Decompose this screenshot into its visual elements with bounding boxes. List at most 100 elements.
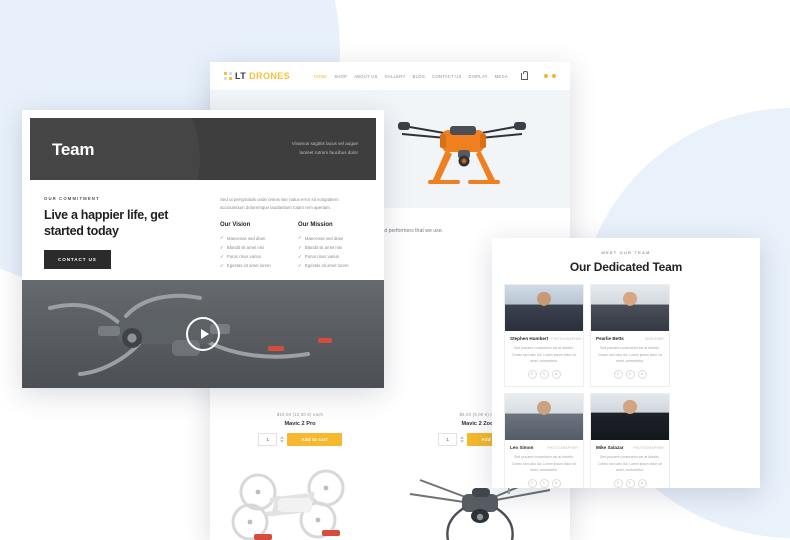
quantity-stepper[interactable] [460,433,465,446]
team-page-card: Team Vivamus sagittis lacus vel augue la… [22,110,384,388]
hero-subtitle-line1: Vivamus sagittis lacus vel augue [291,141,358,146]
contact-us-button[interactable]: CONTACT US [44,250,111,269]
site-logo[interactable]: LT DRONES [224,71,290,81]
list-item: ✓ Maecenas sed diam [298,234,362,243]
social-icons [544,74,556,78]
product-card: $10.00 (10,00 €) each Mavic 2 Pro 1 Add … [210,412,390,446]
vision-mission-columns: Our Vision ✓ Maecenas sed diam ✓ Blandit s… [220,222,362,270]
vimeo-icon[interactable]: v [637,369,647,379]
list-item-label: Egestas sit amet lorem [304,263,349,269]
commitment-eyebrow: OUR COMMITMENT [44,196,100,201]
facebook-dot-icon[interactable] [544,74,548,78]
menu-item-about-us[interactable]: ABOUT US [354,74,377,79]
twitter-dot-icon[interactable] [552,74,556,78]
member-role: PHOTOGRAPHER [633,445,664,450]
list-item: ✓ Maecenas sed diam [220,234,284,243]
facebook-icon[interactable]: f [527,478,537,488]
vision-column: Our Vision ✓ Maecenas sed diam ✓ Blandit s… [220,222,284,270]
check-icon: ✓ [220,235,224,241]
list-item: ✓ Blandit sit amet nisi [220,243,284,252]
facebook-icon[interactable]: f [613,478,623,488]
member-bio: Sed posuere consectetur est at lobortis.… [512,346,576,364]
member-role: DESIGNER [644,337,664,341]
avatar [505,393,583,440]
product-name[interactable]: Mavic 2 Pro [222,421,378,427]
site-navbar: LT DRONES HOME SHOP ABOUT US GALLERY BLO… [210,62,570,90]
twitter-icon[interactable]: t [539,369,549,379]
list-item-label: Maecenas sed diam [226,236,266,242]
play-icon[interactable] [186,317,220,351]
main-menu: HOME SHOP ABOUT US GALLERY BLOG CONTACT … [314,70,556,80]
logo-secondary: DRONES [249,71,291,81]
list-item: ✓ Blandit sit amet nisi [298,243,362,252]
dedicated-team-card: MEET OUR TEAM Our Dedicated Team Stephen… [492,238,760,488]
list-item-label: Blandit sit amet nisi [226,245,264,251]
vision-title: Our Vision [220,222,251,229]
twitter-icon[interactable]: t [625,369,635,379]
team-member-card[interactable]: Stephen Humbert PHOTOGRAPHER Sed posuere… [504,284,584,387]
member-social-links: f t v [596,478,664,488]
commitment-section: OUR COMMITMENT Live a happier life, get … [22,180,384,270]
member-bio: Sed posuere consectetur est at lobortis.… [512,454,576,473]
team-member-card[interactable]: Pearlie Betts DESIGNER Sed posuere conse… [590,284,670,387]
menu-item-contact-us[interactable]: CONTACT US [432,74,461,79]
mission-column: Our Mission ✓ Maecenas sed diam ✓ Blandit … [298,222,362,270]
check-icon: ✓ [298,244,302,250]
check-icon: ✓ [298,235,302,241]
video-section[interactable] [22,280,384,388]
vimeo-icon[interactable]: v [637,478,647,488]
menu-item-home[interactable]: HOME [314,74,328,79]
white-quadcopter-drone [231,469,345,540]
member-role: PHOTOGRAPHER [547,445,578,450]
quantity-input[interactable]: 1 [438,433,458,446]
commitment-paragraph: Sed ut perspiciatis unde omnis iste natu… [220,197,339,211]
list-item-label: Blandit sit amet nisi [304,245,342,251]
cart-icon[interactable] [521,70,528,80]
team-page-hero: Team Vivamus sagittis lacus vel augue la… [30,118,376,180]
menu-item-mega[interactable]: MEGA [495,74,508,79]
avatar [591,393,669,440]
dedicated-team-title: Our Dedicated Team [569,260,683,274]
mission-title: Our Mission [298,222,333,229]
logo-primary: LT [235,71,247,81]
check-icon: ✓ [220,244,224,250]
list-item-label: Purus risus varius [304,254,340,260]
facebook-icon[interactable]: f [527,369,537,379]
list-item: ✓ Purus risus varius [220,252,284,261]
add-to-cart-button[interactable]: Add to cart [287,433,342,446]
menu-item-blog[interactable]: BLOG [413,74,426,79]
vimeo-icon[interactable]: v [551,478,561,488]
list-item-label: Maecenas sed diam [304,236,344,242]
grid-logo-icon [224,72,232,80]
product-price: $10.00 (10,00 €) each [276,412,324,417]
list-item-label: Purus risus varius [226,254,262,260]
twitter-icon[interactable]: t [539,478,549,488]
vimeo-icon[interactable]: v [551,369,561,379]
quantity-stepper[interactable] [280,433,285,446]
quantity-input[interactable]: 1 [258,433,278,446]
dedicated-team-header: MEET OUR TEAM Our Dedicated Team [492,238,760,284]
menu-item-display[interactable]: DISPLAY [469,74,488,79]
facebook-icon[interactable]: f [613,369,623,379]
hero-subtitle-line2: laoreet rutrum faucibus dolor [299,149,358,155]
list-item: ✓ Purus risus varius [298,252,362,261]
commitment-right: Sed ut perspiciatis unde omnis iste natu… [220,196,362,270]
list-item: ✓ Egestas sit amet lorem [220,261,284,270]
team-member-grid: Stephen Humbert PHOTOGRAPHER Sed posuere… [492,284,760,488]
menu-item-gallery[interactable]: GALLERY [385,74,406,79]
twitter-icon[interactable]: t [625,478,635,488]
member-name: Leo Simon [510,444,534,450]
white-drone-photo [210,464,390,540]
team-member-card[interactable]: Leo Simon PHOTOGRAPHER Sed posuere conse… [504,392,584,488]
list-item-label: Egestas sit amet lorem [226,263,271,269]
commitment-left: OUR COMMITMENT Live a happier life, get … [44,196,204,270]
avatar [505,285,583,331]
check-icon: ✓ [298,262,302,268]
check-icon: ✓ [220,253,224,259]
check-icon: ✓ [298,253,302,259]
menu-item-shop[interactable]: SHOP [334,74,347,79]
team-member-card[interactable]: Mike Salazar PHOTOGRAPHER Sed posuere co… [590,392,670,488]
list-item: ✓ Egestas sit amet lorem [298,261,362,270]
product-buy-row: 1 Add to cart [222,433,378,446]
dedicated-team-eyebrow: MEET OUR TEAM [601,250,651,255]
